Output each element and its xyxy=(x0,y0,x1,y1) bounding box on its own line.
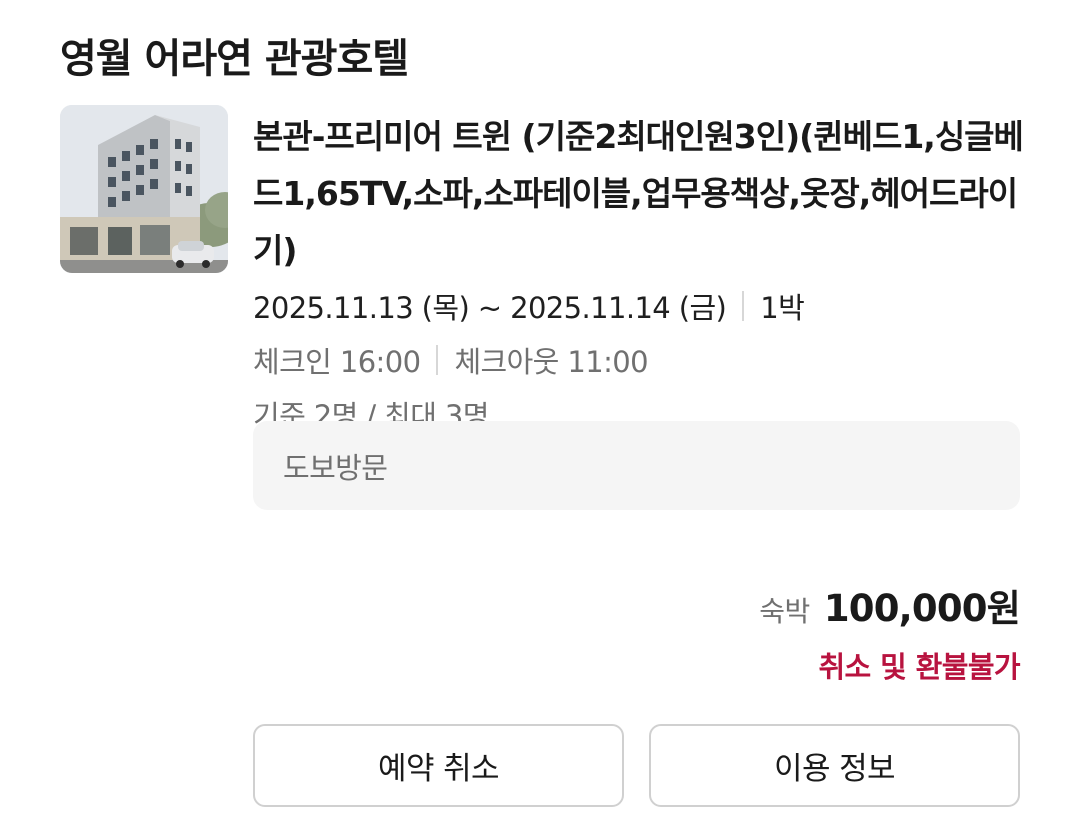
checkout-time: 체크아웃 11:00 xyxy=(454,345,648,379)
visit-method-box: 도보방문 xyxy=(253,421,1020,510)
room-name[interactable]: 본관-프리미어 트윈 (기준2최대인원3인)(퀸베드1,싱글베드1,65TV,소… xyxy=(253,108,1024,279)
stay-dates: 2025.11.13 (목) ~ 2025.11.14 (금) xyxy=(253,291,727,325)
stay-nights: 1박 xyxy=(760,291,805,325)
refund-policy: 취소 및 환불불가 xyxy=(818,650,1020,684)
usage-info-button[interactable]: 이용 정보 xyxy=(649,724,1020,807)
stay-dates-row: 2025.11.13 (목) ~ 2025.11.14 (금) 1박 xyxy=(253,279,1023,333)
check-times-row: 체크인 16:00 체크아웃 11:00 xyxy=(253,333,1023,387)
cancel-reservation-button[interactable]: 예약 취소 xyxy=(253,724,624,807)
reservation-card: 영월 어라연 관광호텔 본관-프리미어 트윈 (기준2최대인원3인)(퀸베드1,… xyxy=(0,0,1080,833)
hotel-name[interactable]: 영월 어라연 관광호텔 xyxy=(60,26,409,84)
price-amount: 100,000원 xyxy=(823,587,1021,630)
divider xyxy=(436,345,439,375)
hotel-thumbnail-image[interactable] xyxy=(60,105,228,273)
price-row: 숙박 100,000원 xyxy=(759,578,1021,632)
visit-method: 도보방문 xyxy=(283,450,388,485)
checkin-time: 체크인 16:00 xyxy=(253,345,421,379)
reservation-details: 본관-프리미어 트윈 (기준2최대인원3인)(퀸베드1,싱글베드1,65TV,소… xyxy=(253,108,1024,441)
price-label: 숙박 xyxy=(759,595,810,628)
divider xyxy=(742,291,745,321)
